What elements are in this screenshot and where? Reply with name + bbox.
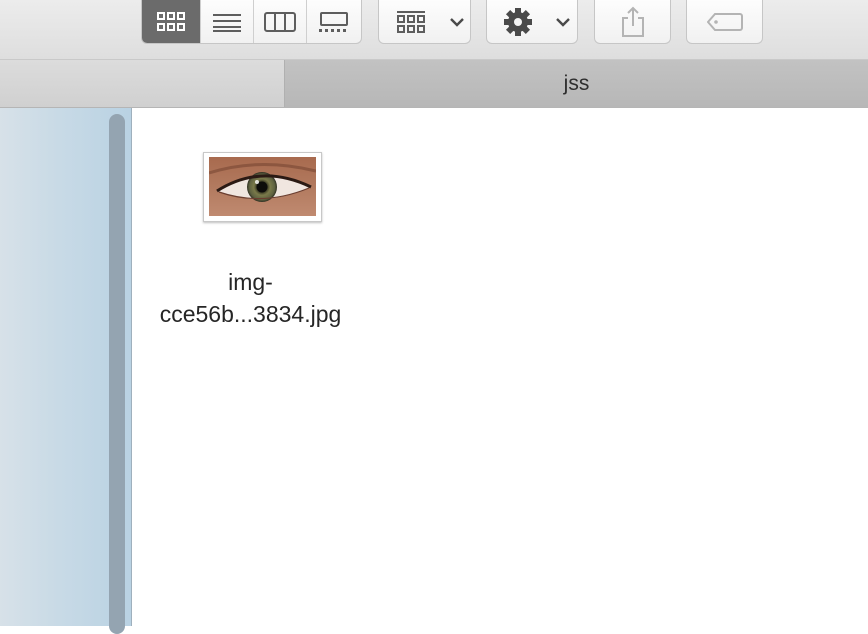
gallery-view-icon (319, 11, 349, 32)
share-button[interactable] (594, 0, 671, 44)
group-button[interactable] (378, 0, 471, 44)
chevron-down-icon (556, 17, 571, 27)
view-mode-control (141, 0, 362, 44)
tab-bar: jss (0, 60, 868, 108)
list-view-icon (213, 13, 242, 32)
tab-inactive[interactable] (0, 60, 285, 107)
column-view-button[interactable] (252, 0, 307, 43)
sidebar (0, 108, 132, 634)
tab-title: jss (563, 71, 590, 95)
tab-jss[interactable]: jss (285, 60, 868, 107)
toolbar (0, 0, 868, 60)
file-name-line-1: img- (228, 269, 273, 295)
gallery-view-button[interactable] (306, 0, 361, 43)
file-item[interactable]: img- cce56b...3834.jpg (143, 148, 363, 338)
sidebar-scrollbar[interactable] (109, 114, 125, 634)
file-browser-content: img- cce56b...3834.jpg (133, 108, 868, 626)
gear-icon (504, 7, 533, 36)
share-icon (621, 6, 644, 37)
tag-icon (706, 12, 743, 31)
icon-view-button[interactable] (142, 0, 201, 43)
chevron-down-icon (449, 17, 464, 27)
group-grid-icon (397, 10, 426, 33)
tag-button[interactable] (686, 0, 763, 44)
column-view-icon (264, 11, 297, 32)
eye-photo-image (209, 157, 316, 216)
action-button[interactable] (486, 0, 578, 44)
file-thumbnail[interactable] (203, 152, 322, 222)
icon-view-icon (157, 11, 186, 31)
file-name-line-2: cce56b...3834.jpg (159, 301, 342, 327)
file-name: img- cce56b...3834.jpg (143, 266, 358, 330)
list-view-button[interactable] (200, 0, 253, 43)
